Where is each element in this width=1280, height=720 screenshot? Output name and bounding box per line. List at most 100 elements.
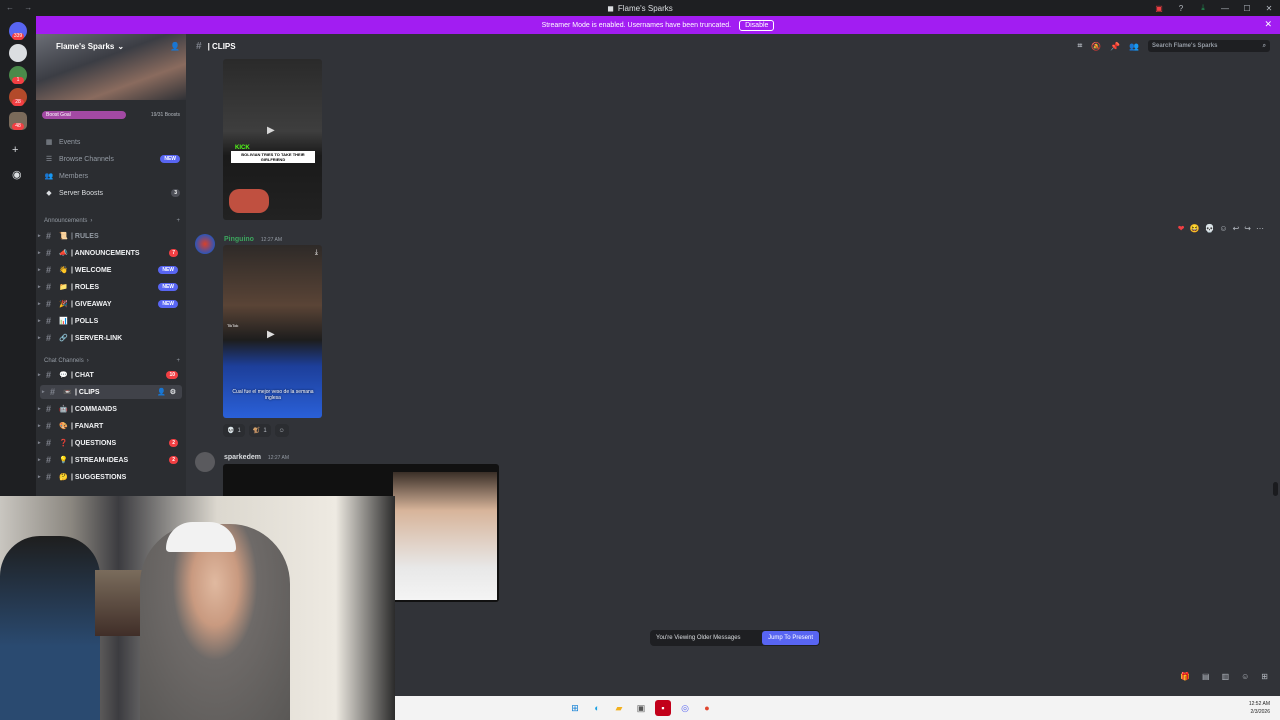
sidebar-item-server-boosts[interactable]: ◆ Server Boosts 3 [44,186,180,200]
add-channel-icon[interactable]: + [176,358,180,364]
sidebar-item-events[interactable]: ▦ Events [44,135,180,149]
server-name-button[interactable]: Flame's Sparks ⌄ [56,42,124,51]
forward-icon[interactable]: ↪ [1244,224,1251,233]
download-icon[interactable]: ⤓ [315,249,318,257]
more-icon[interactable]: ⋯ [1256,224,1264,233]
add-reaction-icon[interactable]: ☺ [1219,224,1227,233]
channel-name: | ROLES [71,283,100,291]
gear-icon[interactable]: ⚙ [170,388,176,396]
pin-icon[interactable]: 📌 [1110,42,1120,51]
heart-reaction-icon[interactable]: ❤ [1178,224,1185,233]
add-reaction-button[interactable]: ☺ [274,424,289,437]
message-author[interactable]: Pinguino 12:27 AM [224,236,282,243]
channel-name: | SUGGESTIONS [71,473,127,481]
maximize-button[interactable]: ☐ [1236,4,1258,13]
gift-icon[interactable]: 🎁 [1180,672,1190,681]
help-icon[interactable]: ? [1170,4,1192,13]
category-chat-channels[interactable]: Chat Channels › + [44,356,180,366]
play-icon[interactable]: ▶ [267,125,275,136]
invite-icon[interactable]: 👤 [170,42,180,51]
video-attachment[interactable]: ⤓ TikTok ▶ Cual fue el mejor veso de la … [223,245,322,418]
channel-item[interactable]: ▸ # 📁 | ROLES NEW [36,280,186,294]
discord-icon[interactable]: ◎ [677,700,693,716]
channel-item[interactable]: ▸ # 🤖 | COMMANDS [36,402,186,416]
minimize-button[interactable]: — [1214,4,1236,13]
channel-emoji-icon: 📊 [59,318,68,325]
laugh-reaction-icon[interactable]: 😆 [1189,224,1199,233]
reaction-pill[interactable]: 💀 1 [223,424,245,437]
channel-emoji-icon: 🤖 [59,406,68,413]
expand-icon: ▸ [38,250,41,256]
apps-icon[interactable]: ⊞ [1261,672,1268,681]
reply-icon[interactable]: ↩ [1233,224,1240,233]
channel-item[interactable]: ▸ # 💬 | CHAT 10 [36,368,186,382]
channel-emoji-icon: 📼 [63,389,72,396]
message-author[interactable]: sparkedem 12:27 AM [224,454,289,461]
channel-item[interactable]: ▸ # 🔗 | SERVER-LINK [36,331,186,345]
category-announcements[interactable]: Announcements › + [44,216,180,226]
sticker-icon[interactable]: ▥ [1222,672,1230,681]
invite-icon[interactable]: 👤 [157,388,166,396]
add-channel-icon[interactable]: + [176,218,180,224]
channel-item[interactable]: ▸ # 🎉 | GIVEAWAY NEW [36,297,186,311]
avatar[interactable] [195,452,215,472]
threads-icon[interactable]: ⌗ [1078,41,1083,51]
channel-emoji-icon: 📁 [59,284,68,291]
mention-badge: 2 [169,456,178,464]
play-icon[interactable]: ▶ [267,329,275,340]
screen-share-icon[interactable]: ▣ [1148,4,1170,13]
close-icon[interactable]: ✕ [1264,19,1272,30]
hash-icon: # [46,231,52,241]
app-root: ← → ◼ Flame's Sparks ▣ ? ⤓ — ☐ ✕ Streame… [0,0,1280,720]
boost-goal[interactable]: Boost Goal 19/31 Boosts [42,110,180,120]
channel-item[interactable]: ▸ # 📼 | CLIPS 👤 ⚙ [40,385,182,399]
hash-icon: # [46,299,52,309]
windows-start-icon[interactable]: ⊞ [567,700,583,716]
channel-item[interactable]: ▸ # ❓ | QUESTIONS 2 [36,436,186,450]
download-icon[interactable]: ⤓ [1192,3,1214,13]
nav-arrows-icon[interactable]: ← → [6,3,36,12]
sidebar-item-members[interactable]: 👥 Members [44,169,180,183]
discover-icon[interactable]: ◉ [12,168,22,181]
file-explorer-icon[interactable]: ▰ [611,700,627,716]
banner-text: Streamer Mode is enabled. Usernames have… [541,21,732,29]
edge-icon[interactable]: ◐ [589,700,605,716]
chevron-down-icon: ⌄ [117,42,125,51]
expand-icon: ▸ [38,457,41,463]
video-attachment[interactable]: KICK BOLIVIAN TRIES TO TAKE THEIR GIRLFR… [223,59,322,220]
sidebar-item-browse-channels[interactable]: ☰ Browse Channels NEW [44,152,180,166]
channel-item[interactable]: ▸ # 📜 | RULES [36,229,186,243]
channel-item[interactable]: ▸ # 📣 | ANNOUNCEMENTS 7 [36,246,186,260]
reaction-pill[interactable]: 🐒 1 [248,424,271,437]
server-icon[interactable] [9,44,27,62]
skull-reaction-icon[interactable]: 💀 [1204,224,1214,233]
channel-item[interactable]: ▸ # 🎨 | FANART [36,419,186,433]
add-server-icon[interactable]: + [12,144,18,156]
channel-item[interactable]: ▸ # 👋 | WELCOME NEW [36,263,186,277]
gif-icon[interactable]: ▤ [1202,672,1210,681]
close-window-button[interactable]: ✕ [1258,4,1280,13]
channel-emoji-icon: 🎉 [59,301,68,308]
members-list-icon[interactable]: 👥 [1129,42,1139,51]
channel-item[interactable]: ▸ # 🤔 | SUGGESTIONS [36,470,186,484]
expand-icon: ▸ [38,267,41,273]
emoji-icon[interactable]: ☺ [1241,672,1249,681]
taskbar-clock[interactable]: 12:52 AM 2/3/2026 [1249,700,1270,716]
channel-emoji-icon: 📣 [59,250,68,257]
channel-name: | RULES [71,232,99,240]
disable-streamer-mode-button[interactable]: Disable [739,19,775,31]
jump-to-present-button[interactable]: Jump To Present [762,631,819,645]
channel-tools: 👤 ⚙ [157,388,176,396]
avatar[interactable] [195,234,215,254]
search-input[interactable]: Search Flame's Sparks ⌕ [1148,40,1270,52]
webcam-person [140,524,290,720]
channel-item[interactable]: ▸ # 📊 | POLLS [36,314,186,328]
taskbar-apps: ⊞ ◐ ▰ ▣ ▪ ◎ ● [567,700,715,716]
mute-icon[interactable]: 🔕 [1091,42,1101,51]
store-icon[interactable]: ▣ [633,700,649,716]
scrollbar[interactable] [1273,482,1278,496]
hash-icon: # [46,421,52,431]
app-icon[interactable]: ▪ [655,700,671,716]
obs-icon[interactable]: ● [699,700,715,716]
channel-item[interactable]: ▸ # 💡 | STREAM-IDEAS 2 [36,453,186,467]
